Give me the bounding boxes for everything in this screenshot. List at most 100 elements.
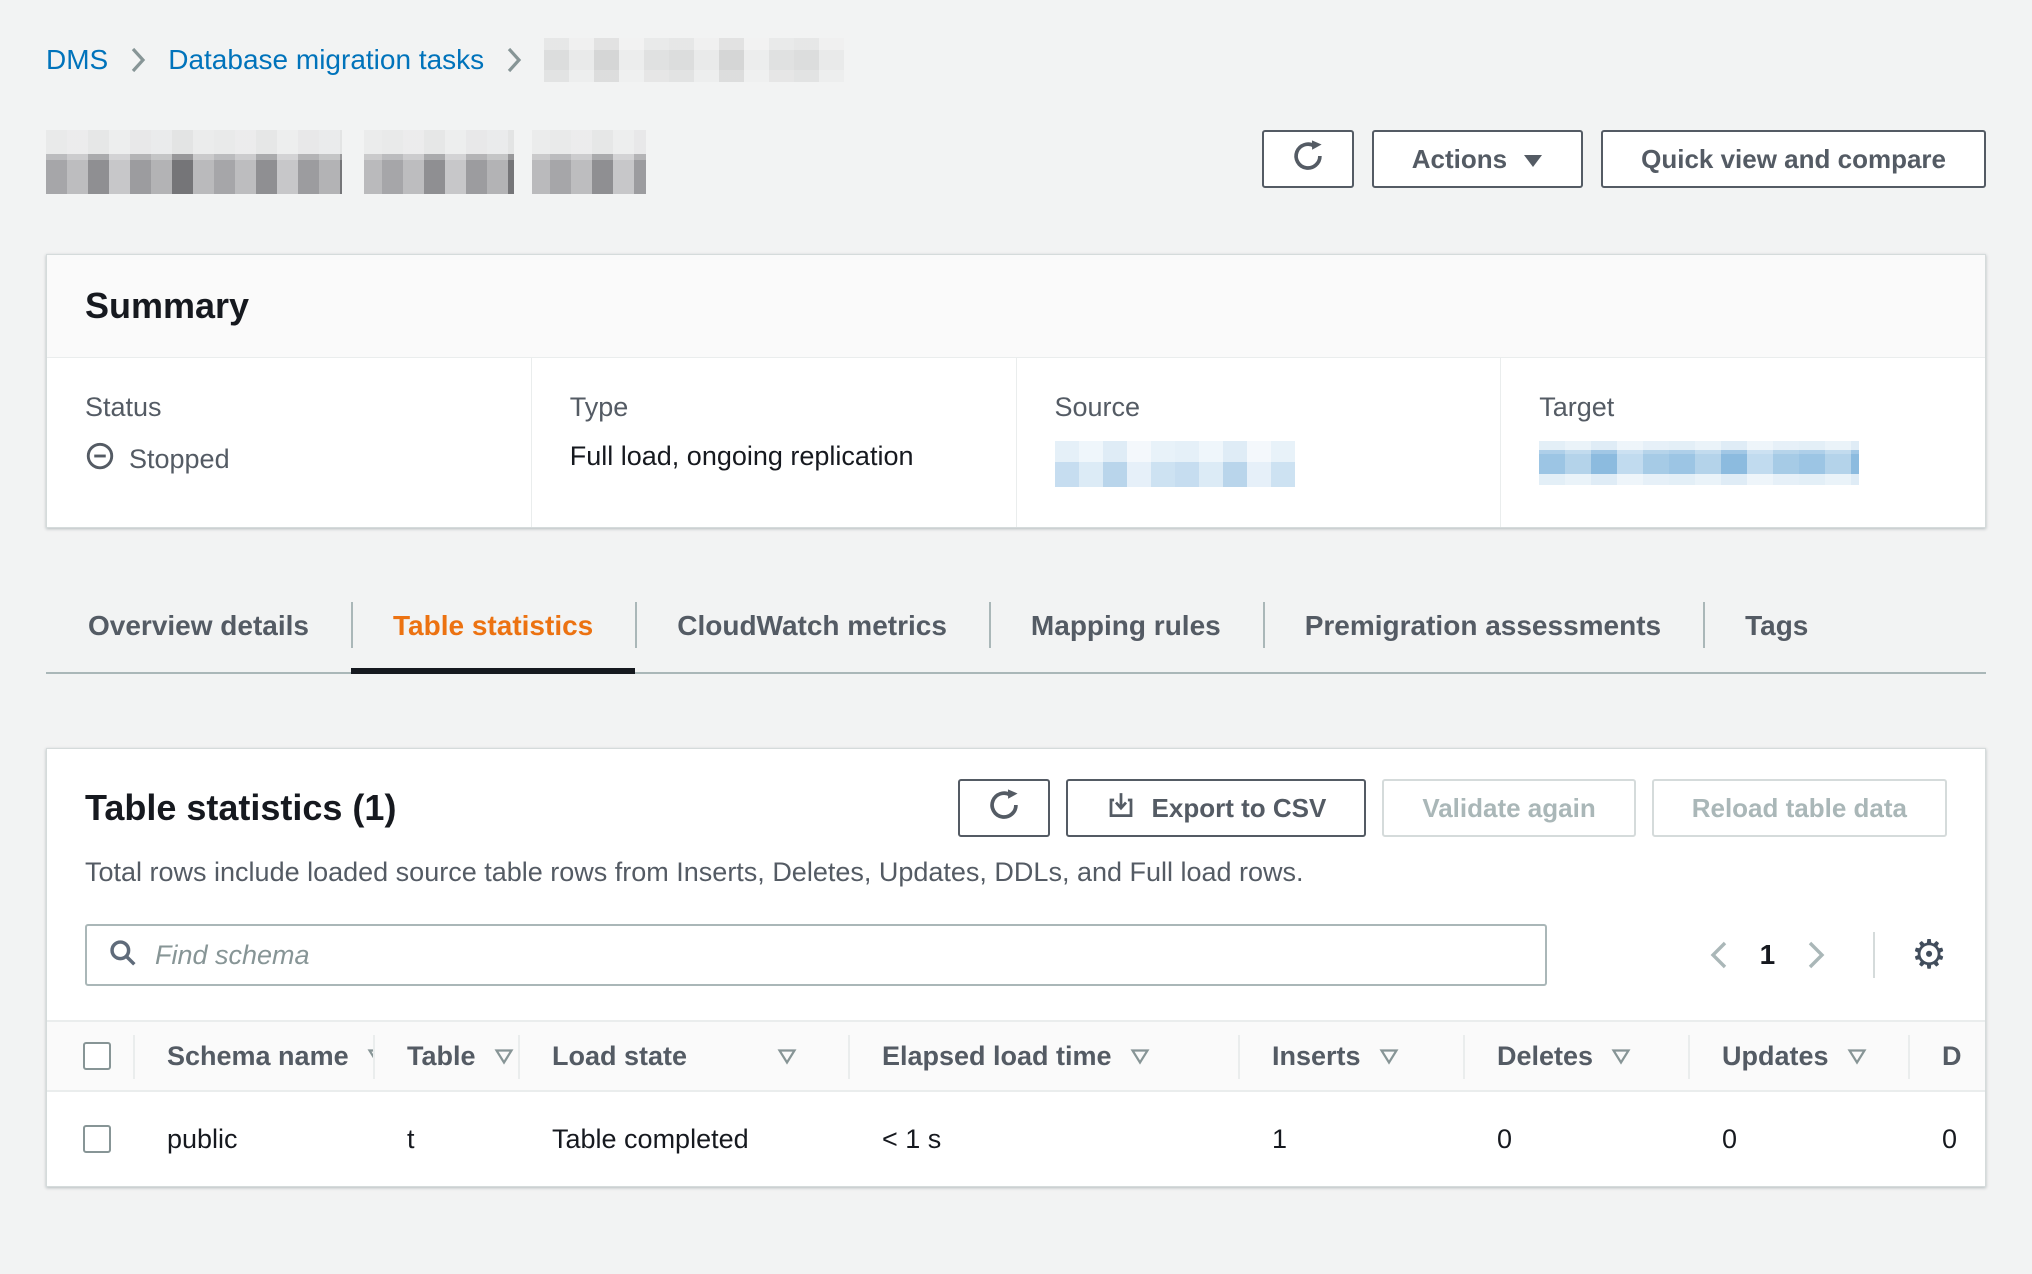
- next-page-icon[interactable]: [1805, 939, 1827, 971]
- export-to-csv-button[interactable]: Export to CSV: [1066, 779, 1367, 837]
- table-statistics-table: Schema name Table Load state: [47, 1020, 1985, 1186]
- row-checkbox[interactable]: [83, 1125, 111, 1153]
- caret-down-icon: [1523, 144, 1543, 175]
- redacted-source-link: [1055, 441, 1295, 487]
- column-header-inserts[interactable]: Inserts: [1238, 1022, 1463, 1090]
- cell-load-state: Table completed: [518, 1092, 848, 1186]
- row-select-cell: [47, 1092, 133, 1186]
- cell-schema-name: public: [133, 1092, 373, 1186]
- export-to-csv-label: Export to CSV: [1152, 793, 1327, 824]
- column-label: D: [1942, 1041, 1962, 1072]
- quick-view-compare-button[interactable]: Quick view and compare: [1601, 130, 1986, 188]
- status-label: Status: [85, 392, 493, 423]
- source-label: Source: [1055, 392, 1463, 423]
- column-header-elapsed-load-time[interactable]: Elapsed load time: [848, 1022, 1238, 1090]
- tab-cloudwatch-metrics[interactable]: CloudWatch metrics: [635, 594, 989, 672]
- tab-overview-details[interactable]: Overview details: [46, 594, 351, 672]
- column-label: Table: [407, 1041, 476, 1072]
- sort-icon[interactable]: [494, 1048, 514, 1065]
- cell-table: t: [373, 1092, 518, 1186]
- column-label: Inserts: [1272, 1041, 1361, 1072]
- validate-again-button[interactable]: Validate again: [1382, 779, 1635, 837]
- schema-search-input[interactable]: [155, 940, 1525, 971]
- summary-panel: Summary Status Stopped Type Full load, o…: [46, 254, 1986, 528]
- type-value: Full load, ongoing replication: [570, 441, 978, 472]
- column-label: Deletes: [1497, 1041, 1593, 1072]
- column-label: Elapsed load time: [882, 1041, 1112, 1072]
- column-label: Updates: [1722, 1041, 1829, 1072]
- column-label: Schema name: [167, 1041, 349, 1072]
- summary-field-type: Type Full load, ongoing replication: [531, 358, 1016, 527]
- table-refresh-button[interactable]: [958, 779, 1050, 837]
- cell-ddls-clipped: 0: [1908, 1092, 1985, 1186]
- type-label: Type: [570, 392, 978, 423]
- summary-title: Summary: [47, 255, 1985, 358]
- redacted-breadcrumb-task-name: [544, 38, 844, 82]
- tab-mapping-rules[interactable]: Mapping rules: [989, 594, 1263, 672]
- stopped-icon: [85, 441, 115, 478]
- column-header-updates[interactable]: Updates: [1688, 1022, 1908, 1090]
- tab-table-statistics[interactable]: Table statistics: [351, 594, 635, 672]
- refresh-button[interactable]: [1262, 130, 1354, 188]
- column-header-load-state[interactable]: Load state: [518, 1022, 848, 1090]
- task-tabs: Overview details Table statistics CloudW…: [46, 594, 1986, 674]
- refresh-icon: [1291, 139, 1325, 180]
- table-statistics-panel: Table statistics (1): [46, 748, 1986, 1187]
- summary-field-source: Source: [1016, 358, 1501, 527]
- breadcrumb-chevron-icon: [130, 47, 146, 73]
- reload-table-data-button[interactable]: Reload table data: [1652, 779, 1947, 837]
- settings-gear-icon[interactable]: ⚙: [1911, 935, 1947, 975]
- breadcrumb-link-dms[interactable]: DMS: [46, 44, 108, 76]
- table-statistics-description: Total rows include loaded source table r…: [47, 857, 1985, 888]
- sort-icon[interactable]: [777, 1048, 797, 1065]
- breadcrumb-chevron-icon: [506, 47, 522, 73]
- summary-field-status: Status Stopped: [47, 358, 531, 527]
- page-header: Actions Quick view and compare: [46, 124, 1986, 194]
- table-statistics-header: Table statistics (1): [47, 749, 1985, 837]
- cell-updates: 0: [1688, 1092, 1908, 1186]
- summary-field-target: Target: [1500, 358, 1985, 527]
- status-text: Stopped: [129, 444, 230, 475]
- summary-body: Status Stopped Type Full load, ongoing r…: [47, 358, 1985, 527]
- breadcrumb-link-tasks[interactable]: Database migration tasks: [168, 44, 484, 76]
- breadcrumb: DMS Database migration tasks: [46, 38, 1986, 82]
- actions-button[interactable]: Actions: [1372, 130, 1583, 188]
- search-icon: [107, 937, 139, 974]
- cell-inserts: 1: [1238, 1092, 1463, 1186]
- redacted-target-link: [1539, 441, 1859, 485]
- table-statistics-buttons: Export to CSV Validate again Reload tabl…: [958, 779, 1947, 837]
- column-header-table[interactable]: Table: [373, 1022, 518, 1090]
- sort-icon[interactable]: [1847, 1048, 1867, 1065]
- table-statistics-title: Table statistics (1): [85, 787, 396, 829]
- pagination: 1 ⚙: [1708, 932, 1947, 978]
- tab-premigration-assessments[interactable]: Premigration assessments: [1263, 594, 1703, 672]
- actions-button-label: Actions: [1412, 144, 1507, 175]
- table-header-row: Schema name Table Load state: [47, 1022, 1985, 1092]
- cell-elapsed-load-time: < 1 s: [848, 1092, 1238, 1186]
- sort-icon[interactable]: [1379, 1048, 1399, 1065]
- page-header-actions: Actions Quick view and compare: [1262, 130, 1986, 188]
- table-filter-row: 1 ⚙: [47, 924, 1985, 986]
- dms-task-page: DMS Database migration tasks Actions: [0, 0, 2032, 1187]
- current-page-number: 1: [1760, 939, 1776, 971]
- table-row: public t Table completed < 1 s 1 0 0 0: [47, 1092, 1985, 1186]
- select-all-checkbox[interactable]: [83, 1042, 111, 1070]
- pager-divider: [1873, 932, 1875, 978]
- column-header-ddls-clipped[interactable]: D: [1908, 1022, 1985, 1090]
- sort-icon[interactable]: [1130, 1048, 1150, 1065]
- column-header-deletes[interactable]: Deletes: [1463, 1022, 1688, 1090]
- download-icon: [1106, 790, 1136, 827]
- validate-again-label: Validate again: [1422, 793, 1595, 824]
- refresh-icon: [987, 788, 1021, 829]
- column-label: Load state: [552, 1041, 687, 1072]
- cell-deletes: 0: [1463, 1092, 1688, 1186]
- select-all-cell: [47, 1022, 133, 1090]
- target-label: Target: [1539, 392, 1947, 423]
- status-value: Stopped: [85, 441, 493, 478]
- schema-search-box: [85, 924, 1547, 986]
- previous-page-icon[interactable]: [1708, 939, 1730, 971]
- column-header-schema-name[interactable]: Schema name: [133, 1022, 373, 1090]
- sort-icon[interactable]: [1611, 1048, 1631, 1065]
- tab-tags[interactable]: Tags: [1703, 594, 1850, 672]
- reload-table-data-label: Reload table data: [1692, 793, 1907, 824]
